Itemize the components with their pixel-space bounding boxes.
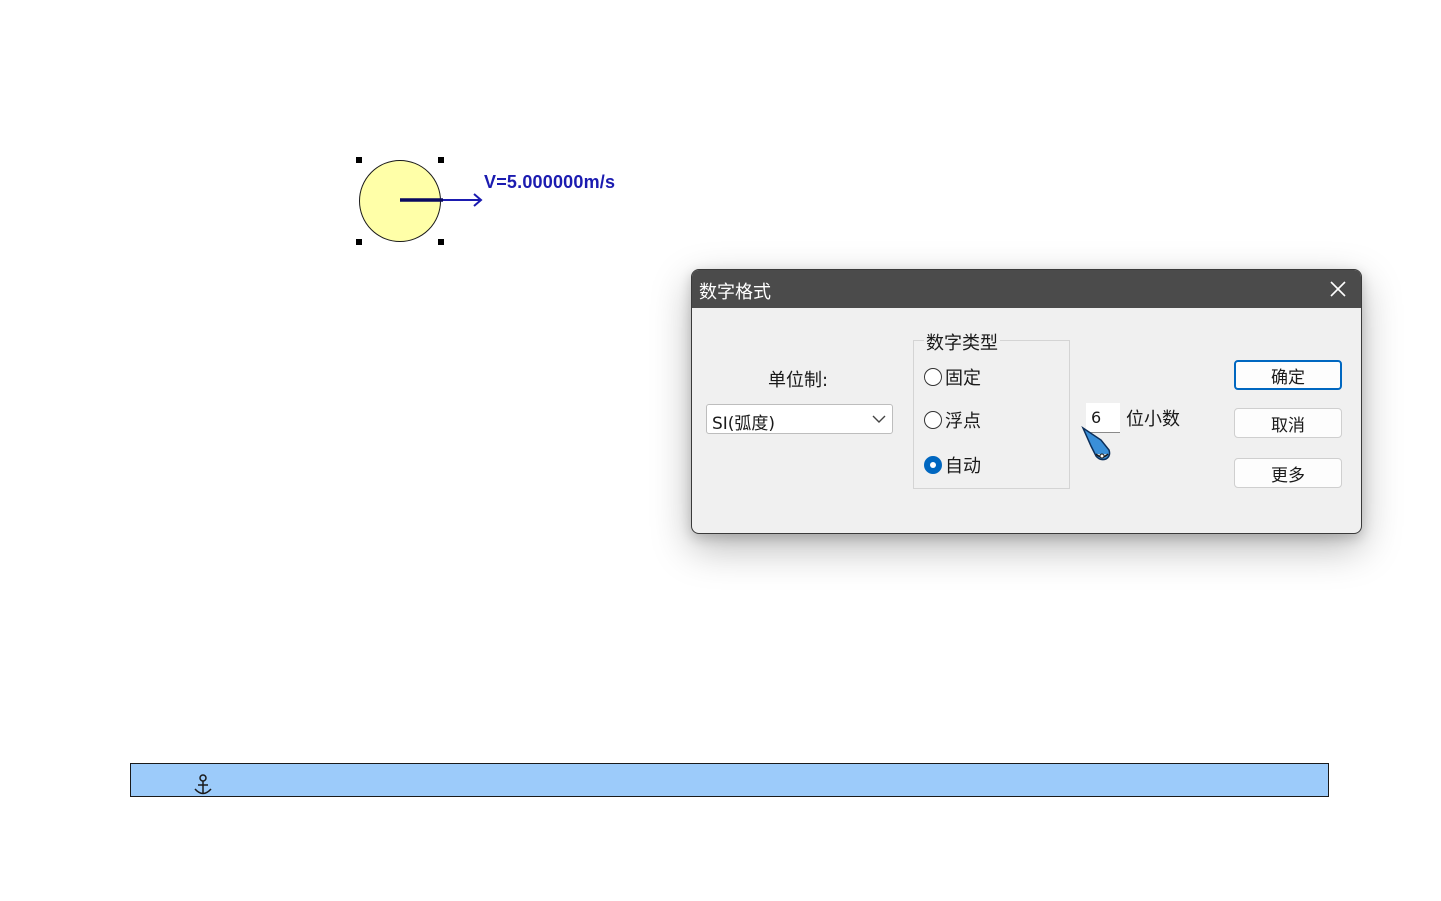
more-button[interactable]: 更多: [1234, 458, 1342, 488]
pen-cursor-icon: [1081, 426, 1111, 461]
close-button[interactable]: [1315, 270, 1361, 308]
radio-fixed-label: 固定: [945, 368, 981, 389]
radio-auto-indicator[interactable]: [924, 456, 942, 474]
selection-handle-bottom-left[interactable]: [356, 239, 362, 245]
close-icon: [1330, 281, 1346, 297]
radio-float[interactable]: 浮点: [924, 407, 981, 433]
ground-object[interactable]: [130, 763, 1329, 797]
radio-fixed-indicator[interactable]: [924, 368, 942, 386]
decimal-digits-label: 位小数: [1126, 409, 1180, 430]
radio-fixed[interactable]: 固定: [924, 364, 981, 390]
radio-auto[interactable]: 自动: [924, 452, 981, 478]
selection-handle-top-left[interactable]: [356, 157, 362, 163]
dialog-titlebar[interactable]: 数字格式: [692, 270, 1361, 308]
radio-auto-label: 自动: [945, 456, 981, 477]
number-format-dialog: 数字格式 单位制: SI(弧度) 数字类型 固定 浮点 自动 6 位小数 确定 …: [691, 269, 1362, 534]
unit-system-select[interactable]: SI(弧度): [706, 404, 893, 434]
cancel-button[interactable]: 取消: [1234, 408, 1342, 438]
unit-system-label: 单位制:: [768, 370, 829, 391]
selection-handle-bottom-right[interactable]: [438, 239, 444, 245]
simulation-canvas[interactable]: V=5.000000m/s 数字格式 单位制: SI(弧度) 数字类型 固定 浮…: [0, 0, 1441, 901]
velocity-vector[interactable]: [395, 188, 487, 212]
ok-button[interactable]: 确定: [1234, 360, 1342, 390]
selection-handle-top-right[interactable]: [438, 157, 444, 163]
dialog-title: 数字格式: [699, 282, 771, 303]
unit-system-value: SI(弧度): [712, 414, 776, 434]
number-type-title: 数字类型: [924, 329, 1000, 355]
anchor-icon: [194, 774, 212, 795]
radio-float-indicator[interactable]: [924, 411, 942, 429]
velocity-label[interactable]: V=5.000000m/s: [484, 172, 615, 193]
chevron-down-icon: [872, 415, 886, 423]
radio-float-label: 浮点: [945, 411, 981, 432]
